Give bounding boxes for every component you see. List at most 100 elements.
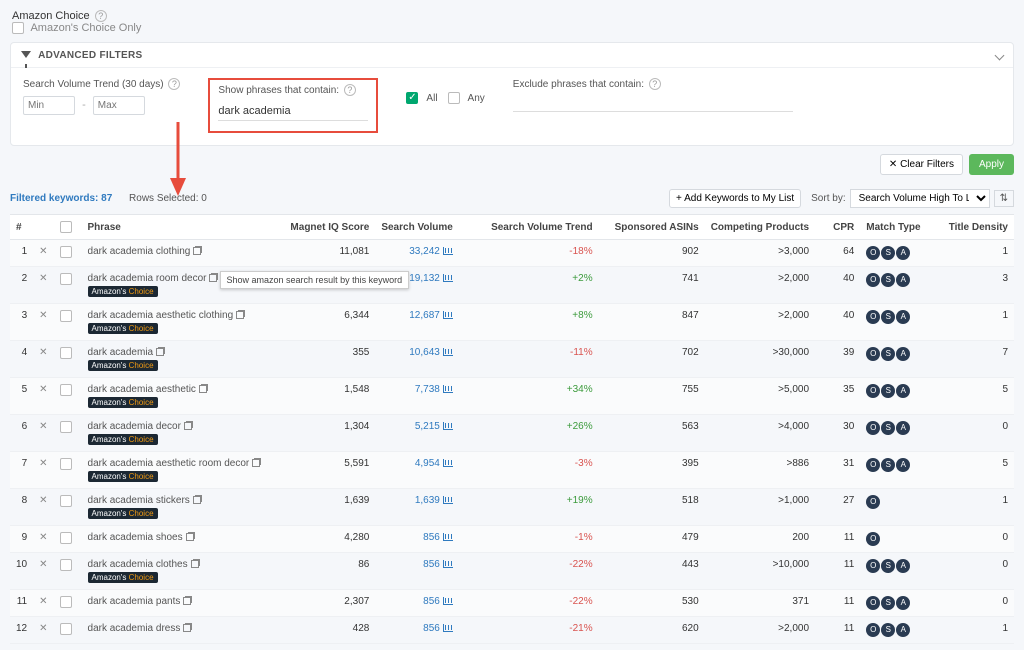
sv-trend-max-input[interactable] bbox=[93, 96, 145, 115]
delete-row-icon[interactable]: ✕ bbox=[39, 273, 47, 284]
add-keywords-button[interactable]: + Add Keywords to My List bbox=[669, 189, 801, 208]
phrase-text[interactable]: dark academia stickers bbox=[88, 495, 190, 506]
delete-row-icon[interactable]: ✕ bbox=[39, 532, 47, 543]
col-match[interactable]: Match Type bbox=[860, 215, 936, 240]
chart-icon[interactable] bbox=[443, 311, 453, 319]
delete-row-icon[interactable]: ✕ bbox=[39, 623, 47, 634]
chart-icon[interactable] bbox=[443, 533, 453, 541]
delete-row-icon[interactable]: ✕ bbox=[39, 458, 47, 469]
delete-row-icon[interactable]: ✕ bbox=[39, 559, 47, 570]
col-sv[interactable]: Search Volume bbox=[375, 215, 459, 240]
sv-cell[interactable]: 4,954 bbox=[375, 452, 459, 489]
external-link-icon[interactable] bbox=[236, 311, 244, 319]
external-link-icon[interactable] bbox=[252, 459, 260, 467]
chart-icon[interactable] bbox=[443, 560, 453, 568]
delete-row-icon[interactable]: ✕ bbox=[39, 495, 47, 506]
clear-filters-button[interactable]: ✕ Clear Filters bbox=[880, 154, 963, 175]
row-checkbox[interactable] bbox=[60, 495, 72, 507]
row-checkbox[interactable] bbox=[60, 532, 72, 544]
row-checkbox[interactable] bbox=[60, 623, 72, 635]
sv-cell[interactable]: 856 bbox=[375, 590, 459, 617]
chart-icon[interactable] bbox=[443, 247, 453, 255]
advanced-filters-toggle[interactable]: ADVANCED FILTERS bbox=[11, 43, 1013, 68]
sort-select[interactable]: Search Volume High To Low bbox=[850, 189, 990, 208]
exclude-input[interactable] bbox=[513, 96, 793, 112]
col-competing[interactable]: Competing Products bbox=[705, 215, 815, 240]
phrase-text[interactable]: dark academia decor bbox=[88, 421, 181, 432]
external-link-icon[interactable] bbox=[183, 624, 191, 632]
chart-icon[interactable] bbox=[443, 496, 453, 504]
phrase-text[interactable]: dark academia room decor bbox=[88, 273, 207, 284]
sv-cell[interactable]: 7,738 bbox=[375, 378, 459, 415]
external-link-icon[interactable] bbox=[199, 385, 207, 393]
row-checkbox[interactable] bbox=[60, 458, 72, 470]
external-link-icon[interactable] bbox=[186, 533, 194, 541]
row-checkbox[interactable] bbox=[60, 596, 72, 608]
phrase-text[interactable]: dark academia pants bbox=[88, 596, 181, 607]
sv-cell[interactable]: 856 bbox=[375, 526, 459, 553]
contain-value[interactable]: dark academia bbox=[218, 102, 368, 121]
phrase-text[interactable]: dark academia aesthetic bbox=[88, 384, 196, 395]
help-icon[interactable]: ? bbox=[95, 10, 107, 22]
row-checkbox[interactable] bbox=[60, 384, 72, 396]
phrase-text[interactable]: dark academia bbox=[88, 347, 154, 358]
sv-cell[interactable]: 10,643 bbox=[375, 341, 459, 378]
col-sponsored[interactable]: Sponsored ASINs bbox=[599, 215, 705, 240]
phrase-text[interactable]: dark academia dress bbox=[88, 623, 181, 634]
row-checkbox[interactable] bbox=[60, 347, 72, 359]
external-link-icon[interactable] bbox=[184, 422, 192, 430]
sv-cell[interactable]: 856 bbox=[375, 617, 459, 644]
col-density[interactable]: Title Density bbox=[936, 215, 1014, 240]
sv-trend-min-input[interactable] bbox=[23, 96, 75, 115]
row-checkbox[interactable] bbox=[60, 310, 72, 322]
col-trend[interactable]: Search Volume Trend bbox=[459, 215, 599, 240]
row-checkbox[interactable] bbox=[60, 421, 72, 433]
chart-icon[interactable] bbox=[443, 624, 453, 632]
chart-icon[interactable] bbox=[443, 422, 453, 430]
sv-cell[interactable]: 1,639 bbox=[375, 489, 459, 526]
delete-row-icon[interactable]: ✕ bbox=[39, 384, 47, 395]
col-cpr[interactable]: CPR bbox=[815, 215, 860, 240]
checkbox-amazon-choice-only[interactable] bbox=[12, 22, 24, 34]
checkbox-all[interactable]: ✓ bbox=[406, 92, 418, 104]
chart-icon[interactable] bbox=[443, 274, 453, 282]
chart-icon[interactable] bbox=[443, 348, 453, 356]
external-link-icon[interactable] bbox=[183, 597, 191, 605]
chart-icon[interactable] bbox=[443, 597, 453, 605]
match-pill: A bbox=[896, 596, 910, 610]
phrase-text[interactable]: dark academia clothing bbox=[88, 246, 191, 257]
col-iq[interactable]: Magnet IQ Score bbox=[284, 215, 375, 240]
checkbox-any[interactable] bbox=[448, 92, 460, 104]
delete-row-icon[interactable]: ✕ bbox=[39, 596, 47, 607]
phrase-text[interactable]: dark academia aesthetic clothing bbox=[88, 310, 234, 321]
phrase-text[interactable]: dark academia clothes bbox=[88, 559, 188, 570]
phrase-text[interactable]: dark academia shoes bbox=[88, 532, 183, 543]
delete-row-icon[interactable]: ✕ bbox=[39, 421, 47, 432]
chart-icon[interactable] bbox=[443, 385, 453, 393]
phrase-text[interactable]: dark academia aesthetic room decor bbox=[88, 458, 250, 469]
external-link-icon[interactable] bbox=[209, 274, 217, 282]
delete-row-icon[interactable]: ✕ bbox=[39, 246, 47, 257]
row-checkbox[interactable] bbox=[60, 273, 72, 285]
help-icon[interactable]: ? bbox=[168, 78, 180, 90]
external-link-icon[interactable] bbox=[191, 560, 199, 568]
density-cell: 1 bbox=[936, 617, 1014, 644]
help-icon[interactable]: ? bbox=[344, 84, 356, 96]
row-checkbox[interactable] bbox=[60, 246, 72, 258]
col-checkbox[interactable] bbox=[54, 215, 82, 240]
help-icon[interactable]: ? bbox=[649, 78, 661, 90]
external-link-icon[interactable] bbox=[156, 348, 164, 356]
sv-cell[interactable]: 5,215 bbox=[375, 415, 459, 452]
delete-row-icon[interactable]: ✕ bbox=[39, 310, 47, 321]
row-checkbox[interactable] bbox=[60, 559, 72, 571]
external-link-icon[interactable] bbox=[193, 496, 201, 504]
chart-icon[interactable] bbox=[443, 459, 453, 467]
sv-cell[interactable]: 33,242 bbox=[375, 240, 459, 267]
apply-button[interactable]: Apply bbox=[969, 154, 1014, 175]
delete-row-icon[interactable]: ✕ bbox=[39, 347, 47, 358]
sv-cell[interactable]: 856 bbox=[375, 553, 459, 590]
col-index[interactable]: # bbox=[10, 215, 33, 240]
col-phrase[interactable]: Phrase bbox=[82, 215, 285, 240]
sv-cell[interactable]: 12,687 bbox=[375, 304, 459, 341]
external-link-icon[interactable] bbox=[193, 247, 201, 255]
